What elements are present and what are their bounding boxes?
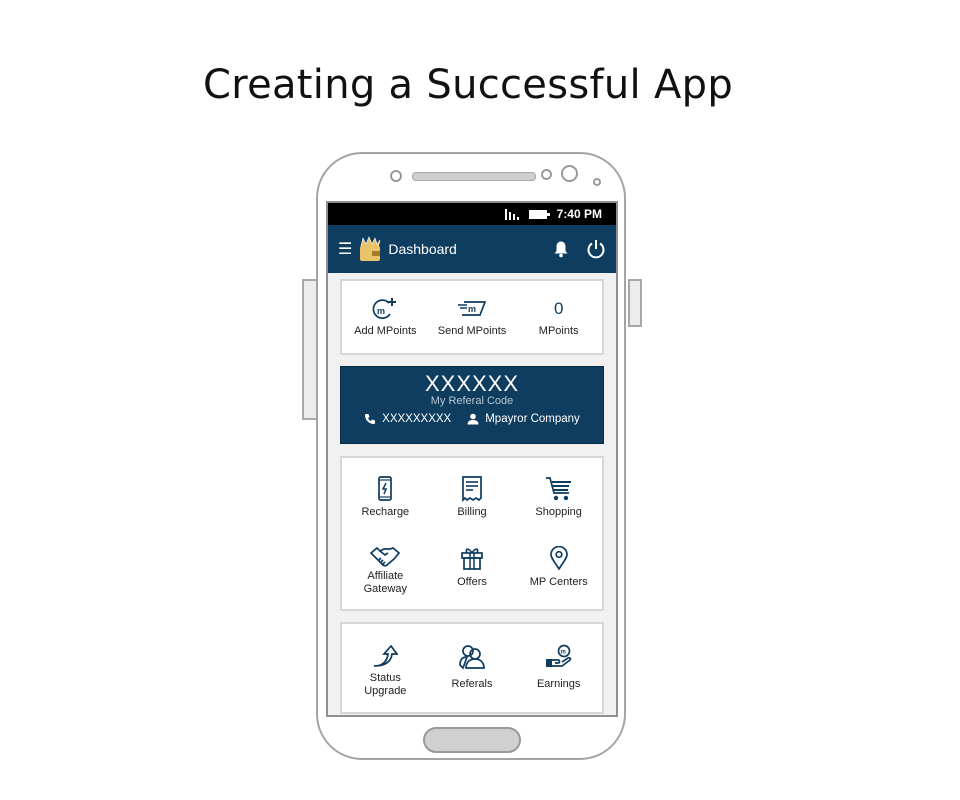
account-label: Status Upgrade <box>364 672 406 698</box>
app-screen: 7:40 PM ☰ Dashboard m Add MPoints m Send… <box>326 201 618 717</box>
svg-text:m: m <box>560 650 565 656</box>
add-mpoints-button[interactable]: m Add MPoints <box>342 297 429 337</box>
phone-icon <box>365 414 376 424</box>
shopping-cart-icon <box>545 477 571 501</box>
mobile-recharge-icon <box>378 476 393 501</box>
hamburger-menu-icon[interactable]: ☰ <box>338 239 352 259</box>
referrals-people-icon <box>459 645 485 670</box>
referrals-button[interactable]: Referals <box>429 644 516 698</box>
phone-led <box>593 178 601 186</box>
service-affiliate-gateway[interactable]: Affiliate Gateway <box>342 546 429 596</box>
phone-home-button[interactable] <box>423 727 521 753</box>
mpoints-balance: 0 MPoints <box>515 297 602 337</box>
mpoints-balance-value: 0 <box>553 299 564 318</box>
bill-icon <box>462 476 482 502</box>
referral-phone: XXXXXXXXX <box>382 413 452 425</box>
service-label-line1: Affiliate <box>367 570 404 582</box>
status-time: 7:40 PM <box>556 207 602 221</box>
services-card: Recharge Billing Shopping Affiliate Gate… <box>340 456 604 611</box>
service-label-line2: Gateway <box>363 583 408 595</box>
svg-text:m: m <box>377 306 385 316</box>
service-label: MP Centers <box>529 576 588 588</box>
power-icon[interactable] <box>586 239 606 259</box>
phone-camera <box>561 165 578 182</box>
referral-code-label: My Referal Code <box>430 395 514 407</box>
handshake-icon <box>370 546 401 567</box>
service-label: Affiliate Gateway <box>364 570 407 596</box>
service-label: Billing <box>457 506 487 518</box>
battery-icon <box>528 209 550 219</box>
earnings-button[interactable]: m Earnings <box>515 644 602 698</box>
earnings-hand-coin-icon: m <box>545 644 571 667</box>
send-mpoints-button[interactable]: m Send MPoints <box>429 297 516 337</box>
service-label: Offers <box>457 576 487 588</box>
svg-text:m: m <box>468 304 476 314</box>
account-card: Status Upgrade Referals m Earnings <box>340 622 604 714</box>
upgrade-arrow-icon <box>374 644 399 667</box>
page-title: Creating a Successful App <box>202 62 734 108</box>
add-mpoints-label: Add MPoints <box>354 325 417 337</box>
service-mp-centers[interactable]: MP Centers <box>515 546 602 596</box>
mpoints-balance-label: MPoints <box>538 325 579 337</box>
service-shopping[interactable]: Shopping <box>515 476 602 538</box>
phone-speaker <box>412 172 536 181</box>
service-recharge[interactable]: Recharge <box>342 476 429 538</box>
referral-card: XXXXXX My Referal Code XXXXXXXXX Mpayror… <box>340 366 604 444</box>
mpoints-card: m Add MPoints m Send MPoints 0 MPoints <box>340 279 604 355</box>
status-upgrade-button[interactable]: Status Upgrade <box>342 644 429 698</box>
signal-icon <box>504 208 519 220</box>
service-label: Shopping <box>535 506 582 518</box>
phone-power-button <box>628 279 642 327</box>
gift-icon <box>461 548 483 570</box>
location-pin-icon <box>549 546 568 570</box>
add-mpoints-icon: m <box>372 298 397 319</box>
account-label: Referals <box>451 678 493 690</box>
account-label-line1: Status <box>369 672 401 684</box>
app-title: Dashboard <box>388 241 457 257</box>
account-label: Earnings <box>536 678 581 690</box>
service-billing[interactable]: Billing <box>429 476 516 538</box>
send-mpoints-icon: m <box>458 301 487 316</box>
service-offers[interactable]: Offers <box>429 546 516 596</box>
send-mpoints-label: Send MPoints <box>437 325 507 337</box>
status-bar: 7:40 PM <box>328 203 616 225</box>
bell-icon[interactable] <box>552 240 570 258</box>
service-label: Recharge <box>361 506 410 518</box>
referral-code: XXXXXX <box>424 371 520 396</box>
referral-company: Mpayror Company <box>485 413 580 425</box>
phone-sensor-left <box>390 170 402 182</box>
account-label-line2: Upgrade <box>364 685 407 697</box>
app-bar: ☰ Dashboard <box>328 225 616 273</box>
phone-sensor-small <box>541 169 552 180</box>
wallet-crown-logo <box>360 236 381 261</box>
person-icon <box>467 413 479 425</box>
